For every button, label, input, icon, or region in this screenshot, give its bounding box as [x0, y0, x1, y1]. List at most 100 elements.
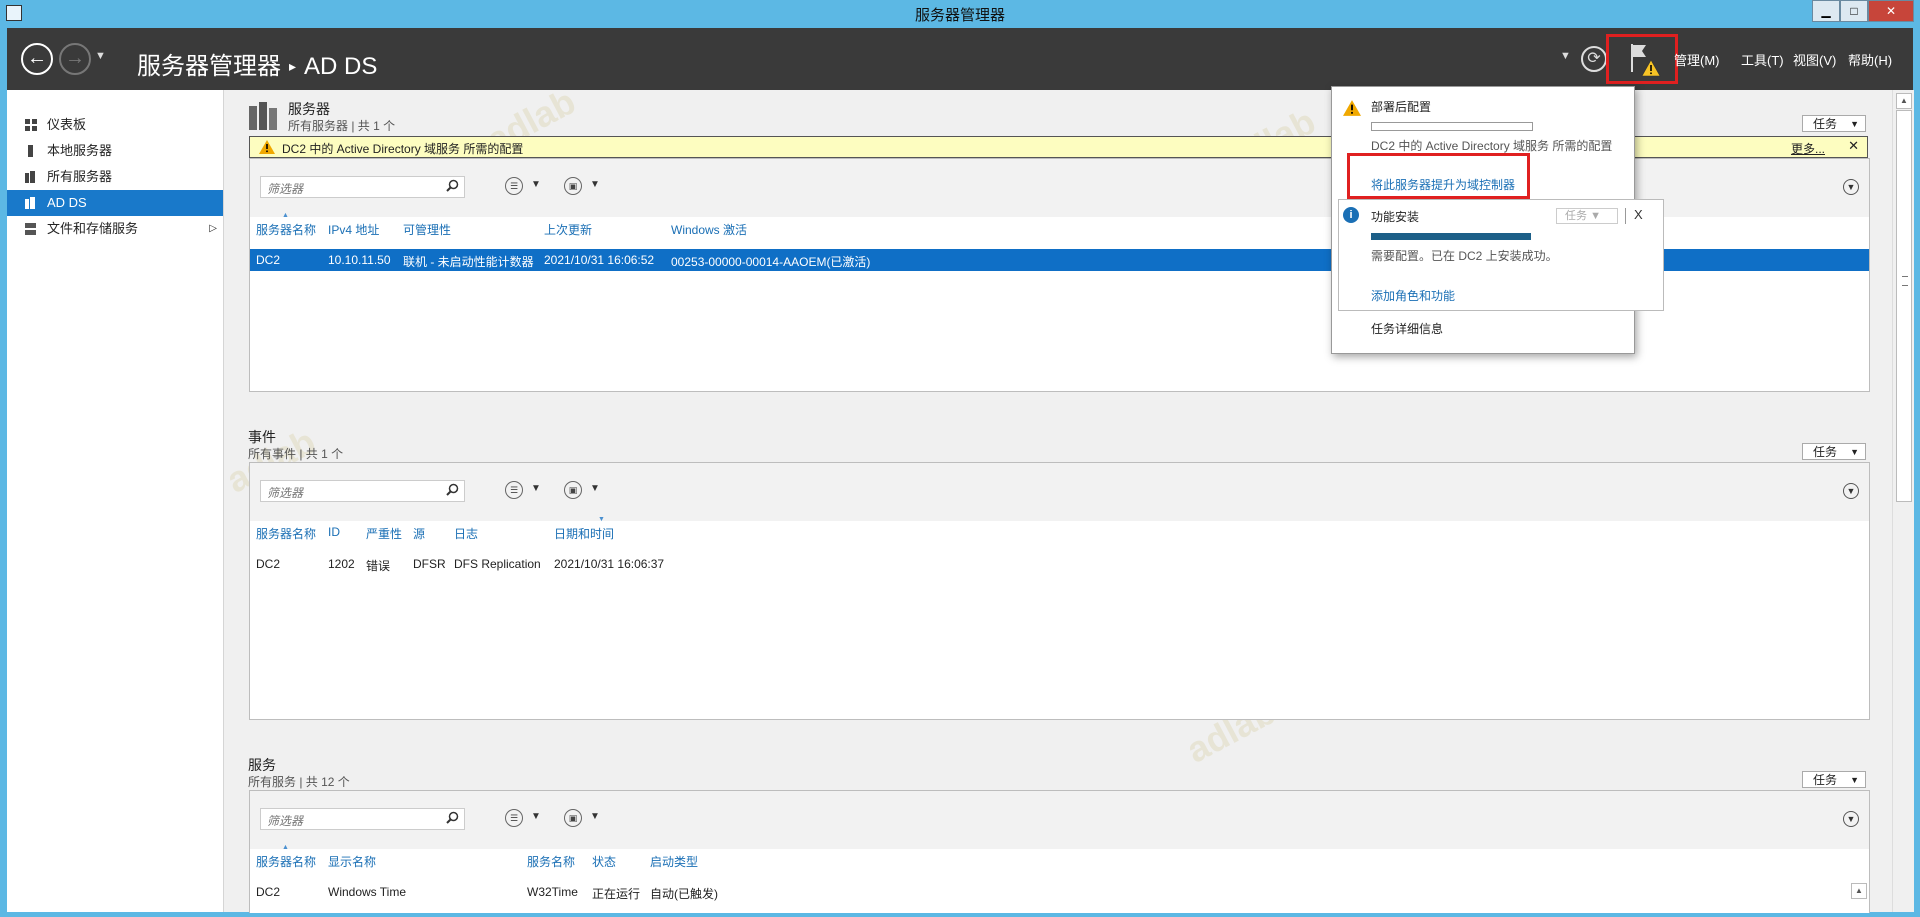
column-header[interactable]: 显示名称 — [328, 853, 376, 870]
list-options-icon[interactable]: ☰ — [505, 177, 523, 195]
alert-message: DC2 中的 Active Directory 域服务 所需的配置 — [282, 142, 524, 156]
chevron-down-icon[interactable]: ▼ — [531, 179, 541, 190]
window-frame: 服务器管理器 ▁ □ ✕ ← → ▼ 服务器管理器 ▸ AD DS ▼ ⟳ 管理… — [0, 0, 1920, 917]
warning-icon — [1641, 59, 1661, 77]
main-scrollbar[interactable]: ▲ — [1892, 90, 1914, 912]
column-header[interactable]: 启动类型 — [650, 853, 698, 870]
breadcrumb-root[interactable]: 服务器管理器 — [137, 53, 281, 80]
table-row[interactable]: DC2 Windows Time W32Time 正在运行 自动(已触发) — [250, 881, 1869, 903]
servers-tasks-button[interactable]: 任务 ▼ — [1802, 115, 1866, 132]
column-header[interactable]: 服务名称 — [527, 853, 575, 870]
post-deploy-title: 部署后配置 — [1371, 100, 1432, 114]
column-header[interactable]: 服务器名称 — [256, 212, 316, 238]
notifications-popup: 部署后配置 DC2 中的 Active Directory 域服务 所需的配置 … — [1331, 86, 1664, 354]
chevron-down-icon[interactable]: ▼ — [590, 179, 600, 190]
sidebar-item-adds[interactable]: AD DS — [7, 190, 223, 216]
feature-close-button[interactable]: X — [1634, 207, 1643, 222]
search-icon[interactable] — [446, 483, 459, 496]
sidebar-item-local-server[interactable]: 本地服务器 — [7, 138, 223, 164]
collapse-icon[interactable]: ▼ — [1843, 483, 1859, 499]
feature-tasks-button[interactable]: 任务 ▼ — [1556, 208, 1618, 224]
column-header[interactable]: 服务器名称 — [256, 525, 316, 542]
events-filter-input[interactable]: 筛选器 — [260, 480, 465, 502]
chevron-down-icon[interactable]: ▼ — [590, 811, 600, 822]
add-roles-link[interactable]: 添加角色和功能 — [1371, 287, 1455, 304]
scroll-up-icon[interactable]: ▲ — [1851, 883, 1867, 899]
column-header[interactable]: 可管理性 — [403, 221, 451, 238]
scroll-up-icon[interactable]: ▲ — [1896, 93, 1912, 109]
table-cell: 2021/10/31 16:06:37 — [554, 557, 665, 571]
back-button[interactable]: ← — [21, 43, 53, 75]
save-query-icon[interactable]: ▣ — [564, 809, 582, 827]
menu-help[interactable]: 帮助(H) — [1848, 50, 1892, 69]
sidebar-item-label: 文件和存储服务 — [47, 221, 139, 236]
column-header[interactable]: Windows 激活 — [671, 221, 747, 238]
table-row[interactable]: DC2 1202 错误 DFSR DFS Replication 2021/10… — [250, 553, 1869, 575]
events-tasks-button[interactable]: 任务 ▼ — [1802, 443, 1866, 460]
header-dropdown-icon[interactable]: ▼ — [1560, 50, 1571, 62]
column-header[interactable]: 服务器名称 — [256, 844, 316, 870]
column-header[interactable]: 日期和时间 — [554, 516, 614, 542]
search-icon[interactable] — [446, 179, 459, 192]
servers-title: 服务器 — [288, 101, 330, 117]
expand-arrow-icon[interactable]: ▷ — [209, 216, 217, 242]
column-header[interactable]: IPv4 地址 — [328, 221, 379, 238]
column-header[interactable]: ID — [328, 525, 340, 539]
servers-filter-input[interactable]: 筛选器 — [260, 176, 465, 198]
collapse-icon[interactable]: ▼ — [1843, 811, 1859, 827]
chevron-down-icon[interactable]: ▼ — [590, 483, 600, 494]
events-title: 事件 — [248, 429, 276, 445]
warning-icon — [1343, 100, 1361, 116]
sidebar-item-label: 本地服务器 — [47, 143, 113, 158]
sidebar-item-label: 所有服务器 — [47, 169, 113, 184]
search-icon[interactable] — [446, 811, 459, 824]
servers-subtitle: 所有服务器 | 共 1 个 — [288, 119, 396, 133]
sidebar-item-dashboard[interactable]: 仪表板 — [7, 112, 223, 138]
feature-install-text: 需要配置。已在 DC2 上安装成功。 — [1371, 249, 1558, 263]
column-header[interactable]: 源 — [413, 525, 425, 542]
menu-view[interactable]: 视图(V) — [1793, 50, 1836, 69]
servers-section-icon — [249, 102, 277, 130]
history-dropdown-icon[interactable]: ▼ — [95, 50, 106, 62]
chevron-down-icon[interactable]: ▼ — [531, 811, 541, 822]
menu-manage[interactable]: 管理(M) — [1674, 50, 1720, 69]
column-header[interactable]: 日志 — [454, 525, 478, 542]
services-filter-input[interactable]: 筛选器 — [260, 808, 465, 830]
tasks-label: 任务 — [1565, 210, 1587, 222]
list-options-icon[interactable]: ☰ — [505, 809, 523, 827]
forward-button[interactable]: → — [59, 43, 91, 75]
close-button[interactable]: ✕ — [1868, 0, 1914, 22]
column-header[interactable]: 严重性 — [366, 525, 402, 542]
minimize-button[interactable]: ▁ — [1812, 0, 1840, 22]
refresh-button[interactable]: ⟳ — [1581, 46, 1607, 72]
alert-close-icon[interactable]: ✕ — [1848, 138, 1859, 154]
list-options-icon[interactable]: ☰ — [505, 481, 523, 499]
column-header[interactable]: 上次更新 — [544, 221, 592, 238]
chevron-down-icon[interactable]: ▼ — [531, 483, 541, 494]
tasks-label: 任务 — [1813, 445, 1838, 459]
menu-tools[interactable]: 工具(T) — [1741, 50, 1784, 69]
notifications-flag-button[interactable] — [1606, 34, 1678, 84]
sidebar-item-file-storage[interactable]: 文件和存储服务 ▷ — [7, 216, 223, 242]
forward-arrow-icon: → — [65, 47, 85, 69]
column-header[interactable]: 状态 — [592, 853, 616, 870]
table-cell: 00253-00000-00014-AAOEM(已激活) — [671, 255, 871, 269]
services-tasks-button[interactable]: 任务 ▼ — [1802, 771, 1866, 788]
filter-placeholder: 筛选器 — [267, 814, 304, 828]
warning-icon — [259, 140, 275, 154]
tasks-label: 任务 — [1813, 773, 1838, 787]
save-query-icon[interactable]: ▣ — [564, 177, 582, 195]
tasks-label: 任务 — [1813, 117, 1838, 131]
sidebar-item-all-servers[interactable]: 所有服务器 — [7, 164, 223, 190]
task-details-link[interactable]: 任务详细信息 — [1371, 320, 1443, 337]
maximize-button[interactable]: □ — [1840, 0, 1868, 22]
scrollbar-thumb[interactable] — [1896, 110, 1912, 502]
filter-placeholder: 筛选器 — [267, 182, 304, 196]
feature-install-progress — [1371, 233, 1531, 240]
events-toolbar: 筛选器 ☰ ▼ ▣ ▼ ▼ — [250, 463, 1869, 521]
collapse-icon[interactable]: ▼ — [1843, 179, 1859, 195]
feature-install-title: 功能安装 — [1371, 210, 1420, 224]
header-bar: ← → ▼ 服务器管理器 ▸ AD DS ▼ ⟳ 管理(M) 工具(T) 视图(V — [7, 28, 1913, 90]
save-query-icon[interactable]: ▣ — [564, 481, 582, 499]
alert-more-link[interactable]: 更多... — [1791, 140, 1825, 157]
